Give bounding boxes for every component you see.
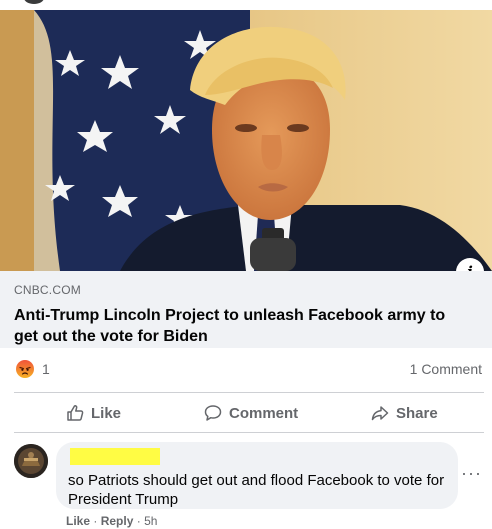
footer-separator: · [93,514,98,528]
share-label: Share [396,404,438,422]
comment-reply-link[interactable]: Reply [101,514,134,528]
post-author-avatar-edge [24,0,44,4]
link-preview[interactable]: i CNBC.COM Anti-Trump Lincoln Project to… [0,10,492,348]
link-preview-image[interactable]: i [0,10,492,271]
divider-bottom [14,432,484,433]
divider-top [14,392,484,393]
comment-footer: Like · Reply · 5h [66,514,157,528]
comment-timestamp[interactable]: 5h [144,514,157,528]
commenter-avatar-image [14,444,48,478]
commenter-avatar[interactable] [14,444,48,478]
more-options-icon[interactable]: ··· [461,464,482,482]
comment-like-link[interactable]: Like [66,514,90,528]
comment-bubble: so Patriots should get out and flood Fac… [56,442,458,509]
reaction-summary: 1 1 Comment [0,356,492,382]
comment-item: so Patriots should get out and flood Fac… [0,440,492,529]
comment-count[interactable]: 1 Comment [410,361,482,377]
link-headline[interactable]: Anti-Trump Lincoln Project to unleash Fa… [14,305,464,347]
footer-separator: · [136,514,141,528]
share-button[interactable]: Share [371,398,438,428]
angry-reaction-icon[interactable] [16,360,34,378]
comment-icon [204,405,222,421]
link-meta[interactable]: CNBC.COM Anti-Trump Lincoln Project to u… [0,271,492,348]
like-label: Like [91,404,122,422]
thumbs-up-icon [67,405,84,421]
link-source: CNBC.COM [14,283,81,297]
comment-label: Comment [229,404,299,422]
share-icon [371,406,389,421]
comment-button[interactable]: Comment [204,398,298,428]
reaction-count[interactable]: 1 [42,361,50,377]
redacted-commenter-name [70,448,160,465]
like-button[interactable]: Like [66,398,121,428]
top-strip [0,0,492,10]
comment-text: so Patriots should get out and flood Fac… [68,472,445,508]
post-actions: Like Comment Share [0,398,492,428]
news-photo [0,10,492,271]
